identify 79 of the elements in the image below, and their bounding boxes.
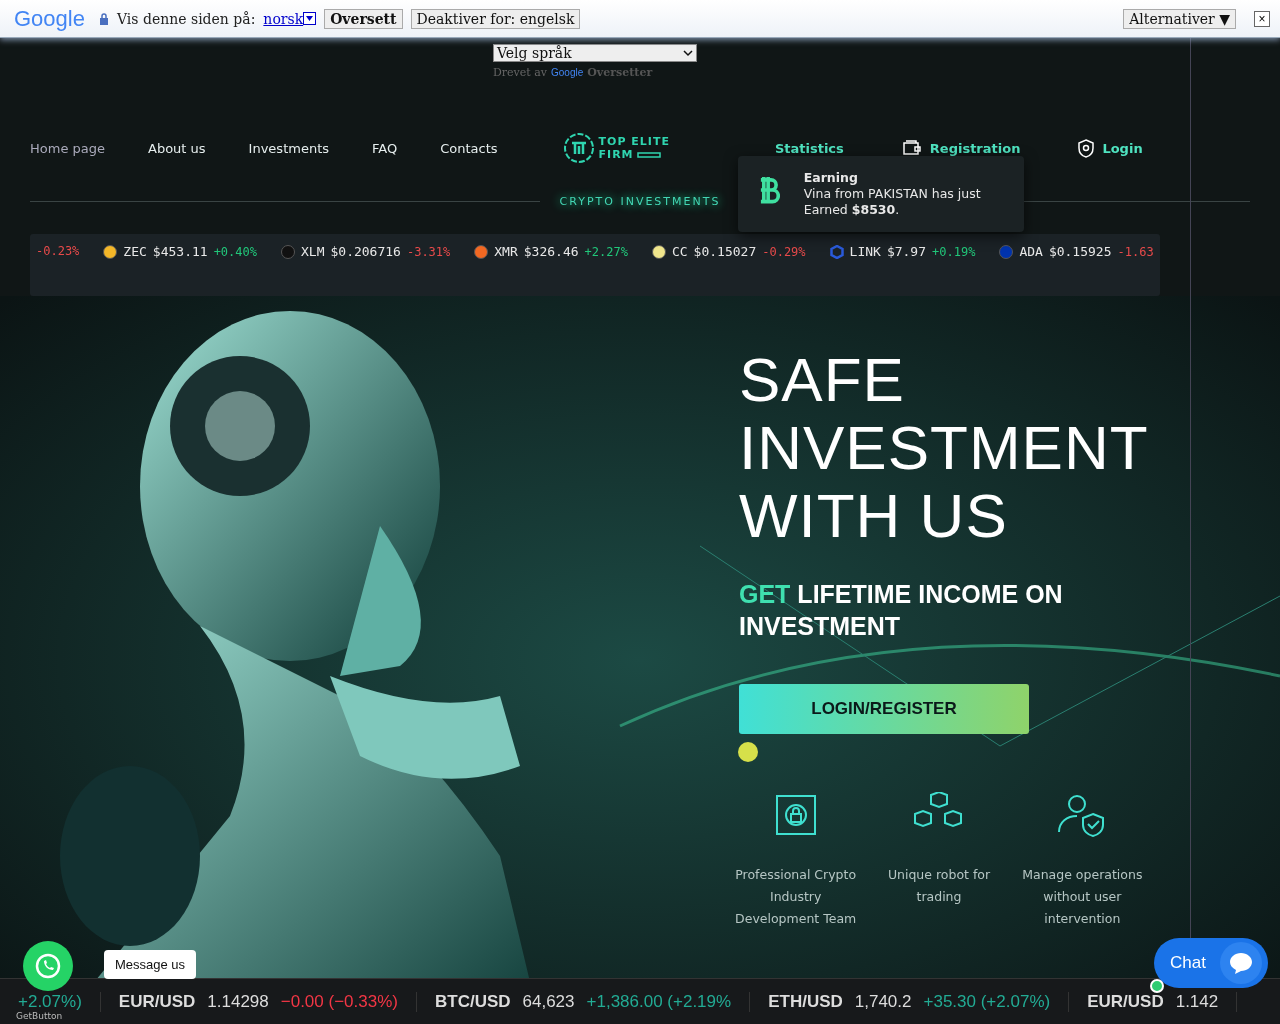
coin-icon: [651, 244, 666, 259]
nav-link[interactable]: Registration: [901, 140, 1021, 156]
price-change: +1,386.00 (+2.19%: [586, 991, 732, 1012]
nav-link[interactable]: Statistics: [774, 140, 844, 156]
coin-symbol: ZEC: [123, 244, 147, 259]
currency-pair: EUR/USD: [118, 991, 196, 1012]
nav-link[interactable]: Login: [1078, 138, 1143, 158]
dropdown-icon[interactable]: [303, 12, 317, 25]
coin-icon: [474, 244, 489, 259]
nav-link[interactable]: About us: [148, 140, 206, 156]
powered-by-text: Drevet av: [493, 66, 547, 79]
price-change: -1.63: [1117, 244, 1154, 259]
coin-symbol: ADA: [1019, 244, 1043, 259]
feature-text: Unique robot for trading: [886, 866, 992, 906]
phone-icon: [34, 952, 62, 980]
translate-button[interactable]: Oversett: [324, 8, 403, 29]
coin-symbol: CC: [671, 244, 688, 259]
translate-prompt: Vis denne siden på:: [116, 10, 256, 27]
coin-price: $326.46: [523, 244, 579, 259]
language-link[interactable]: norsk: [263, 10, 304, 27]
price-change: +2.07%): [18, 991, 82, 1012]
nav-link[interactable]: Home page: [30, 140, 105, 156]
coin-icon: [103, 244, 118, 259]
logo-bar-icon: [636, 151, 661, 158]
coin-symbol: LINK: [849, 244, 881, 259]
logo-text: FIRM: [598, 148, 634, 161]
price-change: +0.40%: [213, 244, 257, 259]
pair-price: 64,623: [522, 991, 575, 1012]
nav-link[interactable]: Contacts: [440, 140, 498, 156]
price-change: −0.00 (−0.33%): [280, 991, 398, 1012]
language-select[interactable]: Velg språk: [493, 44, 697, 62]
google-brand: Google: [551, 67, 584, 78]
coin-icon: [999, 244, 1014, 259]
chat-bubble-icon: [1228, 951, 1254, 975]
price-change: +2.27%: [584, 244, 628, 259]
hero-title: WITH US: [739, 482, 1009, 550]
options-button[interactable]: Alternativer ▼: [1123, 8, 1236, 29]
login-register-button[interactable]: LOGIN/REGISTER: [739, 684, 1029, 734]
nav-link[interactable]: Investments: [248, 140, 329, 156]
hero-title: SAFE: [739, 346, 906, 414]
price-change: +35.30 (+2.07%): [923, 991, 1051, 1012]
currency-pair: ETH/USD: [768, 991, 843, 1012]
credit-text: GetButton: [16, 1011, 63, 1021]
shield-icon: [1078, 138, 1095, 158]
currency-pair: EUR/USD: [1087, 991, 1164, 1012]
lock-icon: [98, 12, 109, 25]
hero-title: INVESTMENT: [739, 414, 1150, 482]
coin-price: $0.15925: [1048, 244, 1112, 259]
section-tagline: CRYPTO INVESTMENTS: [558, 194, 722, 208]
nav-link[interactable]: FAQ: [372, 140, 398, 156]
coin-price: $0.206716: [330, 244, 401, 259]
disable-button[interactable]: Deaktiver for: engelsk: [410, 8, 581, 29]
close-button[interactable]: ×: [1254, 10, 1270, 27]
notification-message: Vina from PAKISTAN has just Earned $8530.: [803, 186, 982, 218]
pair-price: 1.14298: [207, 991, 269, 1012]
feature-text: Professional Crypto Industry Development Team: [734, 866, 858, 928]
wallet-icon: [901, 140, 922, 156]
price-change: -0.29%: [762, 244, 806, 259]
logo-text: TOP ELITE: [598, 135, 670, 148]
coin-price: $0.15027: [693, 244, 757, 259]
price-change: -0.23%: [36, 244, 80, 258]
coin-symbol: XLM: [301, 244, 325, 259]
price-change: -3.31%: [406, 244, 451, 259]
google-logo: Google: [14, 5, 85, 32]
hero-subtitle: GET LIFETIME INCOME ON INVESTMENT: [739, 579, 1064, 642]
price-change: +0.19%: [932, 244, 976, 259]
hexagon-icon: [829, 244, 844, 259]
coin-price: $7.97: [886, 244, 927, 259]
notification-title: Earning: [803, 170, 859, 186]
coin-symbol: XMR: [494, 244, 518, 259]
pair-price: 1,740.2: [854, 991, 912, 1012]
message-bubble: Message us: [104, 950, 197, 979]
logo-icon: [562, 132, 595, 164]
chat-button[interactable]: Chat: [1154, 938, 1268, 988]
coin-icon: [281, 244, 295, 259]
feature-text: Manage operations without user intervention: [1021, 866, 1144, 928]
currency-pair: BTC/USD: [434, 991, 511, 1012]
coin-price: $453.11: [152, 244, 208, 259]
pair-price: 1.142: [1175, 991, 1219, 1012]
